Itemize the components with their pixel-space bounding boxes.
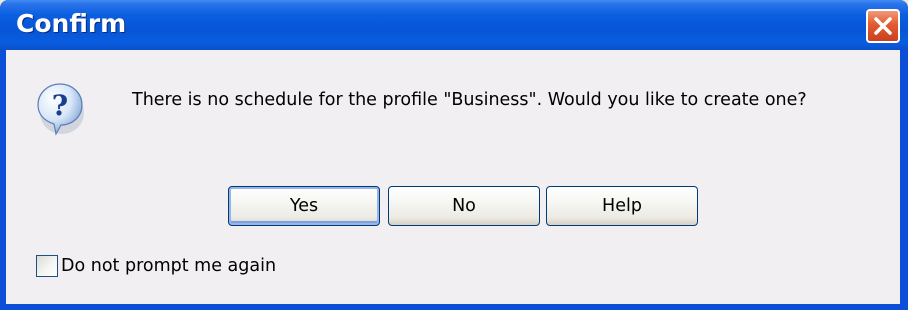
question-icon: ? (37, 83, 84, 136)
do-not-prompt-checkbox[interactable] (36, 255, 58, 277)
close-icon (874, 17, 892, 35)
dialog-message: There is no schedule for the profile "Bu… (132, 90, 807, 110)
do-not-prompt-option[interactable]: Do not prompt me again (36, 254, 276, 278)
no-button[interactable]: No (388, 186, 540, 226)
help-button[interactable]: Help (546, 186, 698, 226)
yes-button[interactable]: Yes (228, 186, 380, 226)
dialog-title: Confirm (16, 9, 127, 38)
do-not-prompt-label[interactable]: Do not prompt me again (61, 256, 276, 276)
confirm-dialog: Confirm ? There is no schedule for the p… (0, 0, 908, 310)
title-bar[interactable]: Confirm (0, 0, 908, 50)
svg-text:?: ? (52, 89, 68, 122)
dialog-body: ? There is no schedule for the profile "… (6, 50, 900, 304)
close-button[interactable] (866, 9, 900, 43)
